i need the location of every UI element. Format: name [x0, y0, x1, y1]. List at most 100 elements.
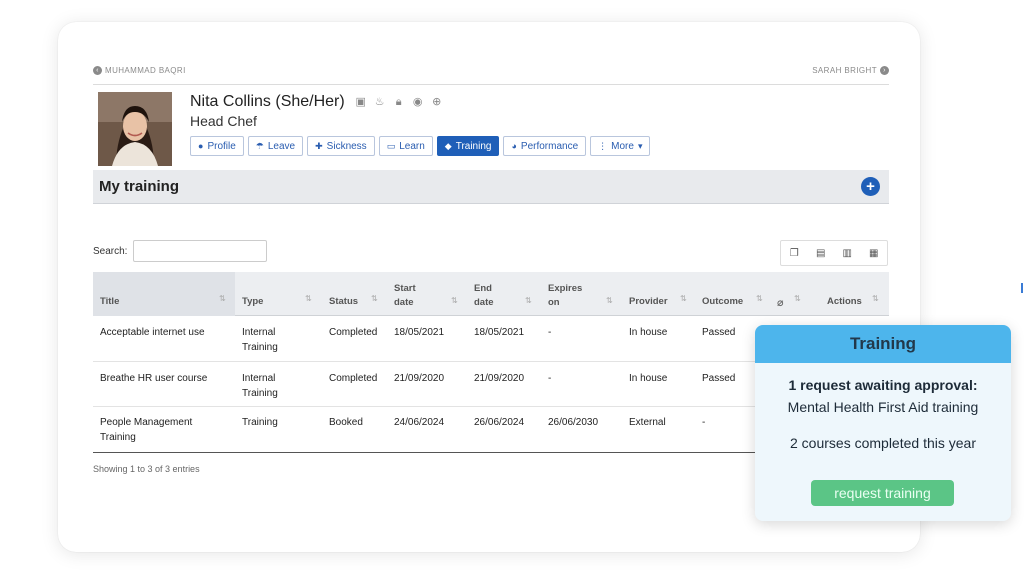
employee-role: Head Chef: [190, 113, 257, 129]
tab-label: Leave: [267, 140, 296, 152]
training-summary-popup: Training 1 request awaiting approval: Me…: [755, 325, 1011, 521]
briefcase-icon[interactable]: ▣: [355, 96, 367, 108]
column-status[interactable]: Status ⇅: [329, 272, 387, 316]
next-employee-link[interactable]: SARAH BRIGHT ›: [812, 66, 889, 75]
cell-start-date: 24/06/2024: [394, 417, 445, 428]
add-training-button[interactable]: +: [861, 177, 880, 196]
cell-status: Completed: [329, 327, 378, 338]
column-attachments[interactable]: ⌀ ⇅: [777, 272, 807, 316]
cell-type-line: Internal: [242, 373, 276, 384]
popup-title: Training: [755, 325, 1011, 363]
cell-outcome: Passed: [702, 327, 736, 338]
flame-icon[interactable]: ♨: [374, 96, 386, 108]
tab-label: More: [611, 140, 634, 152]
cell-expires: -: [548, 373, 552, 384]
chevron-right-icon: ›: [880, 66, 889, 75]
cell-type: Internal Training: [242, 371, 278, 401]
tab-leave[interactable]: ☂ Leave: [247, 136, 304, 156]
employee-navigation: ‹ MUHAMMAD BAQRI SARAH BRIGHT ›: [93, 66, 889, 78]
plus-icon: +: [866, 178, 875, 195]
export-buttons: ❐ ▤ ▥ ▦: [780, 240, 888, 266]
caret-down-icon: ▾: [637, 140, 643, 151]
popup-completed-count: 2 courses completed this year: [790, 435, 976, 451]
column-actions-label: Actions: [827, 296, 862, 307]
column-status-label: Status: [329, 296, 359, 307]
sort-icon: ⇅: [525, 296, 532, 305]
column-start-label-1: Start: [394, 283, 416, 294]
excel-file-icon[interactable]: ▤: [808, 241, 835, 265]
chevron-left-icon: ‹: [93, 66, 102, 75]
sort-icon: ⇅: [451, 296, 458, 305]
column-type[interactable]: Type ⇅: [242, 272, 322, 316]
pdf-file-icon[interactable]: ▦: [861, 241, 888, 265]
cell-end-date: 21/09/2020: [474, 373, 525, 384]
next-employee-name: SARAH BRIGHT: [812, 66, 877, 75]
cell-end-date: 26/06/2024: [474, 417, 525, 428]
cell-outcome: -: [702, 417, 706, 428]
tab-training[interactable]: ◆ Training: [436, 136, 500, 156]
cell-title-line: Training: [100, 432, 136, 443]
cell-start-date: 21/09/2020: [394, 373, 445, 384]
sort-icon: ⇅: [680, 294, 687, 303]
copy-icon[interactable]: ❐: [781, 241, 808, 265]
umbrella-icon: ☂: [255, 140, 264, 151]
csv-file-icon[interactable]: ▥: [834, 241, 861, 265]
avatar: [98, 92, 172, 166]
cell-type: Internal Training: [242, 325, 278, 355]
tab-learn[interactable]: ▭ Learn: [378, 136, 433, 156]
divider: [93, 84, 889, 85]
column-end-date[interactable]: End date ⇅: [474, 272, 540, 316]
column-expires-label-2: on: [548, 297, 560, 308]
column-end-label-1: End: [474, 283, 492, 294]
cell-type-line: Internal: [242, 327, 276, 338]
eye-icon[interactable]: ◉: [412, 96, 424, 108]
column-outcome[interactable]: Outcome ⇅: [702, 272, 770, 316]
table-header: Title ⇅ Type ⇅ Status ⇅ Start date ⇅ End…: [93, 272, 889, 316]
column-type-label: Type: [242, 296, 264, 307]
column-title-label: Title: [100, 296, 120, 307]
cell-title-line: People Management: [100, 417, 193, 428]
column-end-label-2: date: [474, 297, 494, 308]
popup-pending-course: Mental Health First Aid training: [787, 399, 979, 415]
globe-icon[interactable]: ⊕: [431, 96, 443, 108]
table-info: Showing 1 to 3 of 3 entries: [93, 464, 200, 474]
section-header: My training +: [93, 170, 889, 204]
cell-expires: 26/06/2030: [548, 417, 599, 428]
cell-title: People Management Training: [100, 415, 192, 445]
tab-more[interactable]: ⋮ More ▾: [590, 136, 651, 156]
cell-provider: In house: [629, 373, 668, 384]
sort-icon: ⇅: [872, 294, 879, 303]
laptop-icon: ▭: [386, 140, 396, 151]
employee-name: Nita Collins (She/Her): [190, 93, 345, 110]
column-actions[interactable]: Actions ⇅: [827, 272, 889, 316]
column-title[interactable]: Title ⇅: [93, 272, 235, 316]
cell-type-line: Training: [242, 388, 278, 399]
tab-performance[interactable]: ◕ Performance: [503, 136, 587, 156]
previous-employee-name: MUHAMMAD BAQRI: [105, 66, 186, 75]
cell-provider: In house: [629, 327, 668, 338]
tab-label: Performance: [520, 140, 579, 152]
column-expires-on[interactable]: Expires on ⇅: [548, 272, 622, 316]
cell-type: Training: [242, 417, 278, 428]
cell-start-date: 18/05/2021: [394, 327, 445, 338]
lock-icon[interactable]: 🔒︎: [393, 96, 405, 108]
tab-profile[interactable]: ● Profile: [190, 136, 244, 156]
search-input[interactable]: [133, 240, 267, 262]
cell-title: Breathe HR user course: [100, 373, 208, 384]
user-icon: ●: [198, 141, 204, 151]
request-training-button[interactable]: request training: [811, 480, 954, 506]
column-start-date[interactable]: Start date ⇅: [394, 272, 466, 316]
cell-end-date: 18/05/2021: [474, 327, 525, 338]
stage: ‹ MUHAMMAD BAQRI SARAH BRIGHT › Nita Col…: [0, 0, 1024, 575]
previous-employee-link[interactable]: ‹ MUHAMMAD BAQRI: [93, 66, 186, 75]
sort-icon: ⇅: [606, 296, 613, 305]
cell-type-line: Training: [242, 342, 278, 353]
search-label: Search:: [93, 246, 128, 257]
column-provider[interactable]: Provider ⇅: [629, 272, 695, 316]
vertical-dots-icon: ⋮: [598, 140, 608, 151]
tab-label: Training: [455, 140, 492, 152]
paperclip-icon: ⌀: [777, 297, 784, 309]
tab-sickness[interactable]: ✚ Sickness: [307, 136, 375, 156]
tab-label: Sickness: [326, 140, 367, 152]
sort-icon: ⇅: [219, 294, 226, 303]
